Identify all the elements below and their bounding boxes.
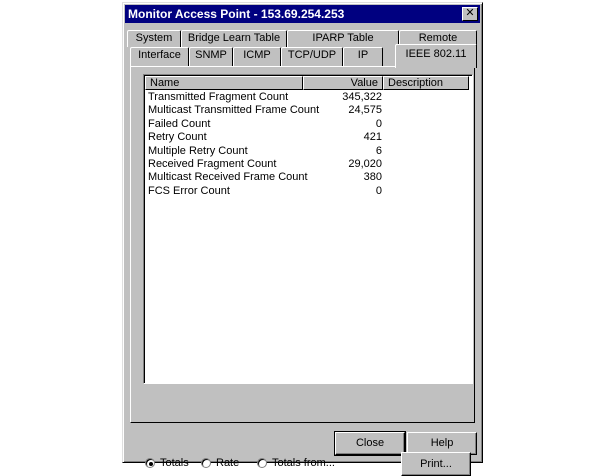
radio-selected-dot: [149, 462, 153, 466]
radio-label: Totals: [160, 457, 189, 469]
cell-value: 345,322: [342, 91, 382, 103]
list-item[interactable]: Multiple Retry Count 6: [146, 145, 472, 158]
cell-value: 24,575: [348, 104, 382, 117]
tab-iparp-table[interactable]: IPARP Table: [287, 30, 399, 47]
column-header-value[interactable]: Value: [303, 76, 383, 90]
tab-panel: Name Value Description Transmitted Fragm…: [130, 66, 475, 476]
cell-name: Multicast Transmitted Frame Count: [148, 104, 320, 117]
cell-value: 0: [375, 117, 382, 130]
column-header-name[interactable]: Name: [145, 76, 303, 90]
cell-name: Multicast Received Frame Count: [148, 171, 308, 184]
list-header: Name Value Description: [145, 76, 472, 90]
radio-circle-icon[interactable]: [257, 458, 267, 468]
radio-label: Totals from...: [272, 457, 335, 469]
cell-value: 421: [363, 131, 382, 144]
cell-name: Received Fragment Count: [148, 157, 277, 170]
close-icon[interactable]: ✕: [462, 7, 478, 21]
tab-tcp-udp[interactable]: TCP/UDP: [281, 47, 343, 66]
monitor-access-point-dialog: Monitor Access Point - 153.69.254.253 ✕ …: [122, 2, 483, 476]
tab-interface[interactable]: Interface: [130, 47, 189, 66]
radio-circle-icon[interactable]: [201, 458, 211, 468]
tab-bridge-learn-table[interactable]: Bridge Learn Table: [181, 30, 287, 47]
print-button[interactable]: Print...: [401, 452, 471, 476]
tab-snmp[interactable]: SNMP: [189, 47, 233, 66]
list-item[interactable]: Retry Count 421: [146, 131, 472, 144]
cell-value: 29,020: [348, 157, 382, 170]
list-item[interactable]: FCS Error Count 0: [146, 185, 472, 198]
list-item[interactable]: Failed Count 0: [146, 118, 472, 131]
column-header-description[interactable]: Description: [383, 76, 469, 90]
cell-name: Failed Count: [148, 117, 211, 130]
title-bar[interactable]: Monitor Access Point - 153.69.254.253 ✕: [125, 5, 480, 23]
cell-value: 6: [375, 144, 382, 157]
tab-ip[interactable]: IP: [343, 47, 383, 66]
cell-name: FCS Error Count: [148, 184, 230, 197]
tab-ieee-80211[interactable]: IEEE 802.11: [395, 44, 477, 68]
cell-value: 380: [363, 171, 382, 184]
cell-name: Retry Count: [148, 131, 207, 144]
close-button[interactable]: Close: [334, 431, 406, 456]
cell-value: 0: [375, 184, 382, 197]
statistics-list[interactable]: Name Value Description Transmitted Fragm…: [143, 74, 473, 384]
tab-system[interactable]: System: [127, 30, 181, 47]
list-item[interactable]: Received Fragment Count 29,020: [146, 158, 472, 171]
list-item[interactable]: Transmitted Fragment Count 345,322: [146, 91, 472, 104]
radio-label: Rate: [216, 457, 240, 469]
list-rows: Transmitted Fragment Count 345,322 Multica…: [146, 91, 472, 198]
window-title: Monitor Access Point - 153.69.254.253: [128, 7, 345, 21]
cell-name: Multiple Retry Count: [148, 144, 248, 157]
cell-name: Transmitted Fragment Count: [148, 91, 289, 103]
tab-icmp[interactable]: ICMP: [233, 47, 281, 66]
list-item[interactable]: Multicast Received Frame Count 380: [146, 171, 472, 184]
radio-circle-icon[interactable]: [145, 458, 155, 468]
list-item[interactable]: Multicast Transmitted Frame Count 24,575: [146, 104, 472, 117]
